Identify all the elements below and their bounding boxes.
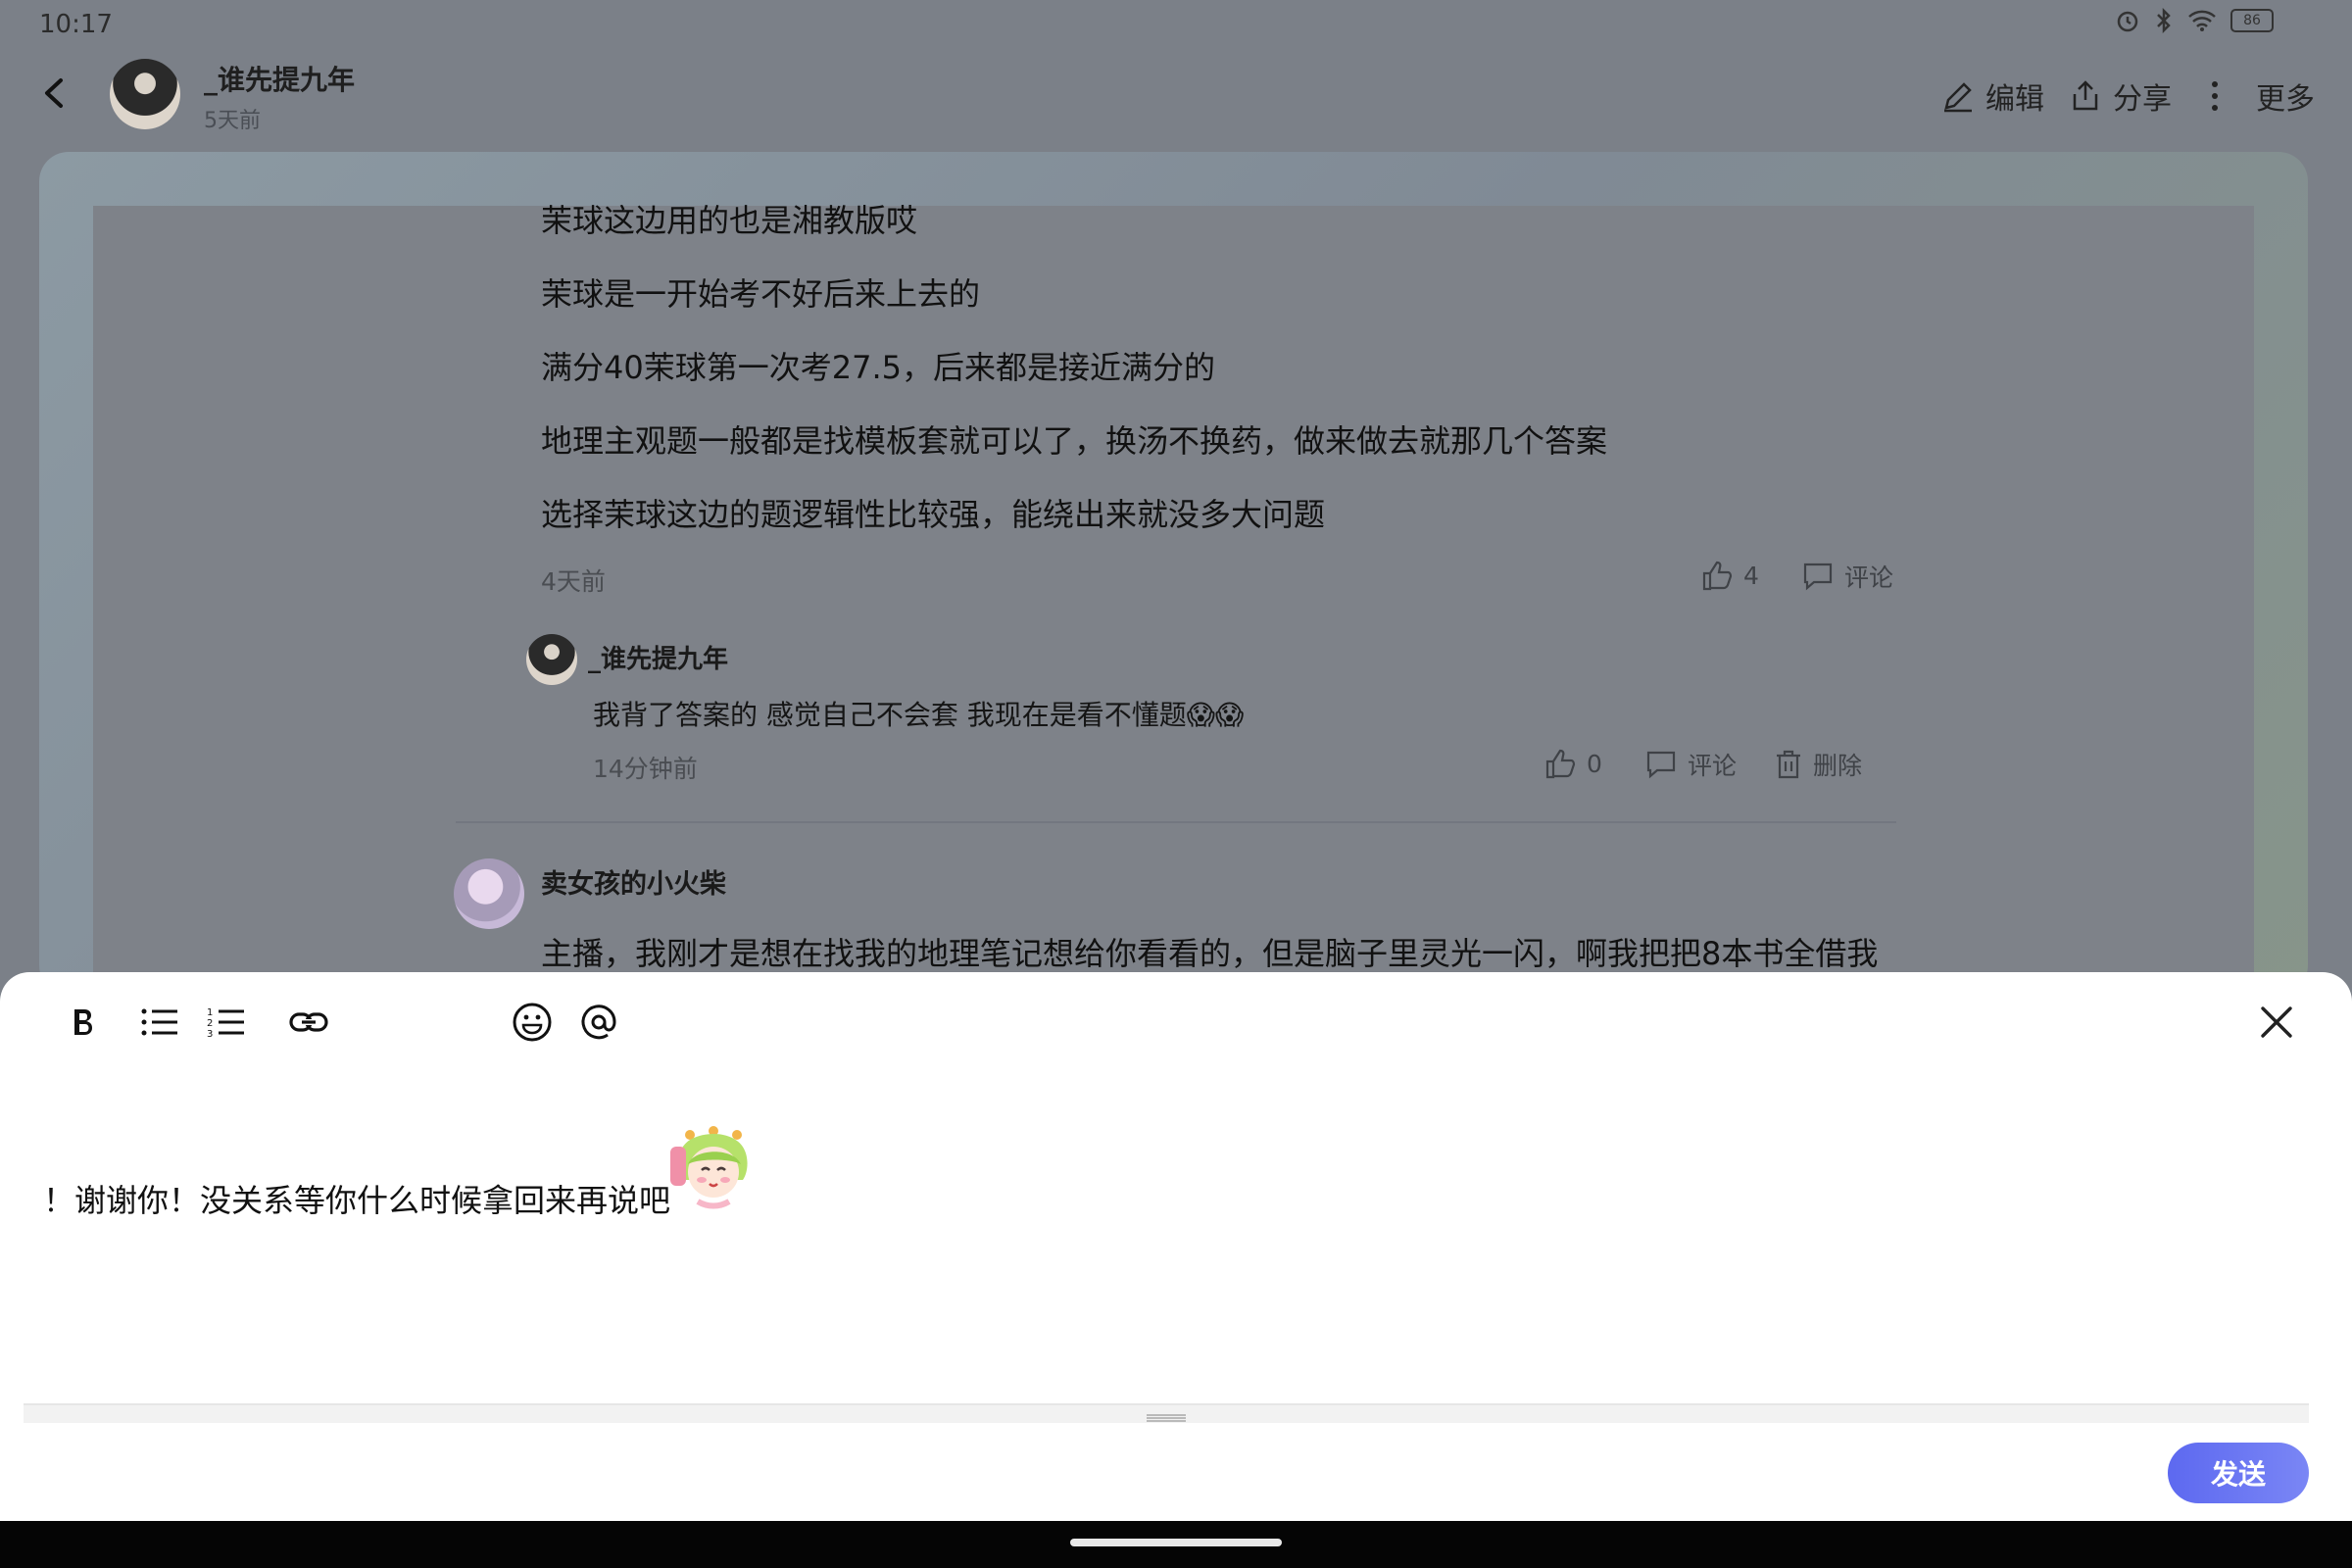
comment-line: 地理主观题一般都是找模板套就可以了，换汤不换药，做来做去就那几个答案 [541,422,1608,460]
sticker-character-icon [670,1126,748,1209]
bullet-list-button[interactable] [137,998,182,1047]
trash-icon [1777,750,1800,779]
comment-time: 4天前 [541,567,606,596]
reply-comment-label: 评论 [1688,752,1738,780]
reply-text: 我背了答案的 感觉自己不会套 我现在是看不懂题😱😱 [593,699,1245,731]
numbered-list-button[interactable]: 123 [204,998,249,1047]
share-button[interactable]: 分享 [2068,74,2172,118]
bluetooth-icon [2157,8,2171,33]
reply-editor-sheet [0,972,2352,1521]
reply-author[interactable]: _谁先提九年 [588,639,728,675]
reply-time: 14分钟前 [593,755,698,783]
reply-like-count: 0 [1587,749,1602,778]
thumbs-up-icon [1545,749,1576,779]
comment-line: 满分40茉球第一次考27.5，后来都是接近满分的 [541,349,1215,386]
reply-avatar[interactable] [526,634,577,685]
emoji-button[interactable] [510,998,555,1047]
reply-comment-button[interactable]: 评论 [1644,747,1737,782]
svg-text:3: 3 [207,1029,213,1039]
status-time: 10:17 [39,10,113,39]
link-button[interactable] [284,998,333,1047]
share-icon [2073,80,2098,111]
editor-content[interactable]: ！谢谢你！没关系等你什么时候拿回来再说吧 [43,1176,670,1221]
comment-divider [456,821,1896,823]
grip-icon [1147,1408,1186,1422]
sticker-image [668,1125,759,1209]
close-button[interactable] [2252,998,2301,1047]
comment-icon [1646,751,1676,779]
comment-like-count: 4 [1743,561,1759,590]
mention-button[interactable] [576,998,621,1047]
numbered-list-icon: 123 [207,1007,244,1039]
comment-like-button[interactable]: 4 [1700,559,1759,592]
svg-text:2: 2 [207,1018,213,1029]
post-time: 5天前 [204,109,261,133]
more-button[interactable]: 更多 [2203,74,2315,118]
comment-reply-label: 评论 [1844,564,1894,592]
next-comment-text: 主播，我刚才是想在找我的地理笔记想给你看看的，但是脑子里灵光一闪，啊我把把8本书… [541,935,1879,972]
next-comment-author[interactable]: 卖女孩的小火柴 [541,862,726,901]
reply-delete-label: 删除 [1813,752,1863,780]
author-avatar[interactable] [110,59,180,129]
comment-line: 茉球是一开始考不好后来上去的 [541,275,981,313]
next-comment-avatar[interactable] [454,858,524,929]
status-icons: 86 [2115,8,2274,33]
back-button[interactable] [29,69,78,118]
comment-area [93,206,2254,990]
comment-icon [1803,563,1833,591]
reply-delete-button[interactable]: 删除 [1774,747,1862,782]
smiley-icon [513,1003,552,1042]
chevron-left-icon [45,78,63,108]
reply-like-button[interactable]: 0 [1544,747,1602,780]
comment-line: 选择茉球这边的题逻辑性比较强，能绕出来就没多大问题 [541,496,1326,533]
bullet-list-icon [141,1008,177,1036]
wifi-icon [2188,10,2216,31]
bold-icon [74,1009,92,1035]
edit-button[interactable]: 编辑 [1940,74,2044,118]
bold-button[interactable] [61,998,106,1047]
alarm-icon [2117,11,2138,32]
thumbs-up-icon [1702,561,1733,591]
at-sign-icon [581,1004,616,1040]
author-name[interactable]: _谁先提九年 [204,59,355,98]
comment-line: 茉球这边用的也是湘教版哎 [541,202,918,239]
close-icon [2261,1006,2292,1038]
comment-reply-button[interactable]: 评论 [1801,559,1893,594]
link-icon [289,1012,328,1032]
share-label: 分享 [2113,82,2172,117]
pencil-icon [1944,82,1972,113]
edit-label: 编辑 [1985,82,2044,117]
send-button[interactable]: 发送 [2168,1443,2309,1503]
battery-indicator: 86 [2230,9,2274,32]
more-vertical-icon [2212,81,2218,111]
home-gesture-bar[interactable] [1070,1539,1282,1546]
more-label: 更多 [2256,82,2315,117]
svg-text:1: 1 [207,1007,213,1018]
